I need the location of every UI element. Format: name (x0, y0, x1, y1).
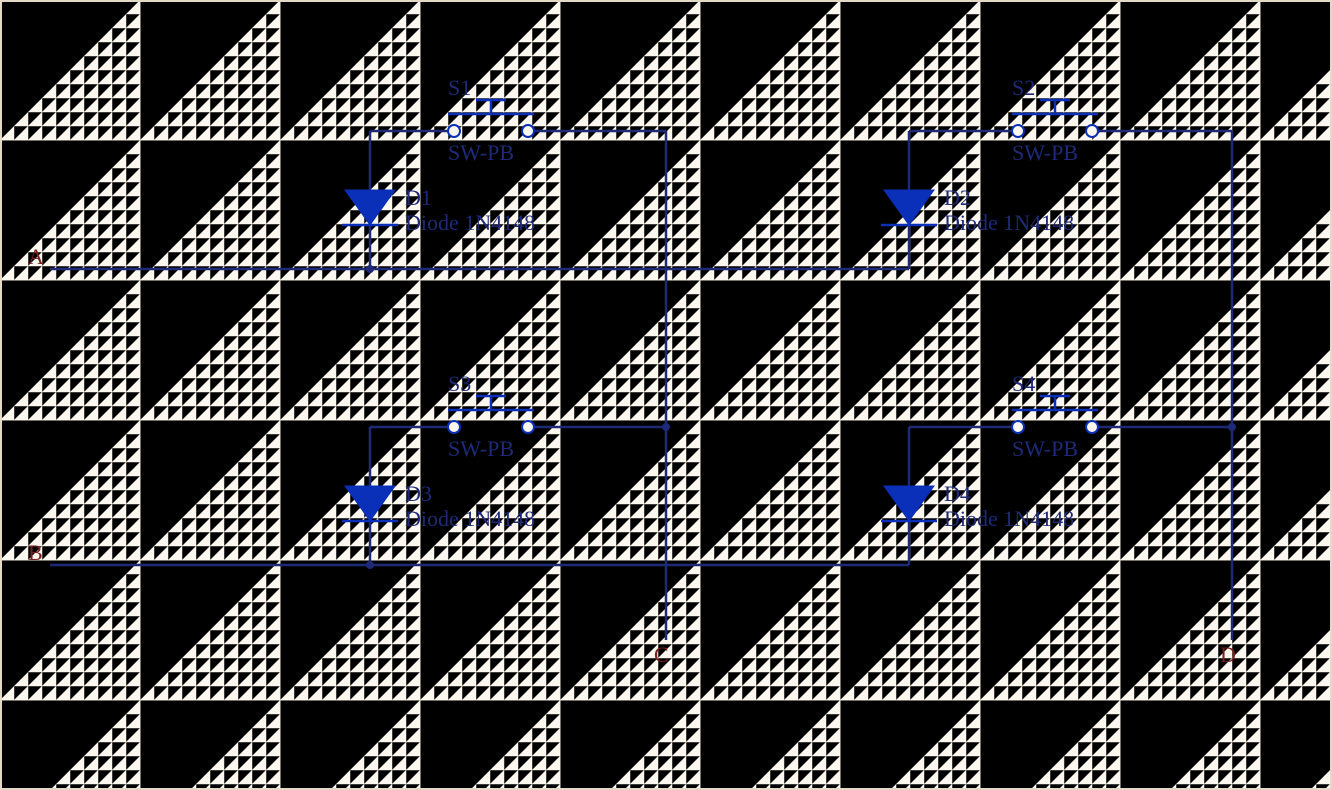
s2-val: SW-PB (1012, 140, 1078, 165)
d1-ref: D1 (405, 185, 432, 210)
d2-val: Diode 1N4148 (944, 210, 1074, 235)
junction-b-cell3 (366, 561, 374, 569)
s3-val: SW-PB (448, 436, 514, 461)
d3-val: Diode 1N4148 (405, 506, 535, 531)
junction-d-s4 (1228, 423, 1236, 431)
net-label-a: A (28, 244, 44, 269)
d2-ref: D2 (944, 185, 971, 210)
d4-ref: D4 (944, 481, 971, 506)
net-label-d: D (1220, 642, 1236, 667)
d3-ref: D3 (405, 481, 432, 506)
s4-ref: S4 (1012, 371, 1035, 396)
s1-ref: S1 (448, 75, 471, 100)
d4-val: Diode 1N4148 (944, 506, 1074, 531)
s1-val: SW-PB (448, 140, 514, 165)
d1-val: Diode 1N4148 (405, 210, 535, 235)
schematic-canvas: A C D S1 SW-PB D1 (0, 0, 1332, 790)
s4-val: SW-PB (1012, 436, 1078, 461)
net-label-c: C (654, 642, 669, 667)
net-label-b: B (28, 540, 43, 565)
s2-ref: S2 (1012, 75, 1035, 100)
s3-ref: S3 (448, 371, 471, 396)
junction-c-s3 (662, 423, 670, 431)
